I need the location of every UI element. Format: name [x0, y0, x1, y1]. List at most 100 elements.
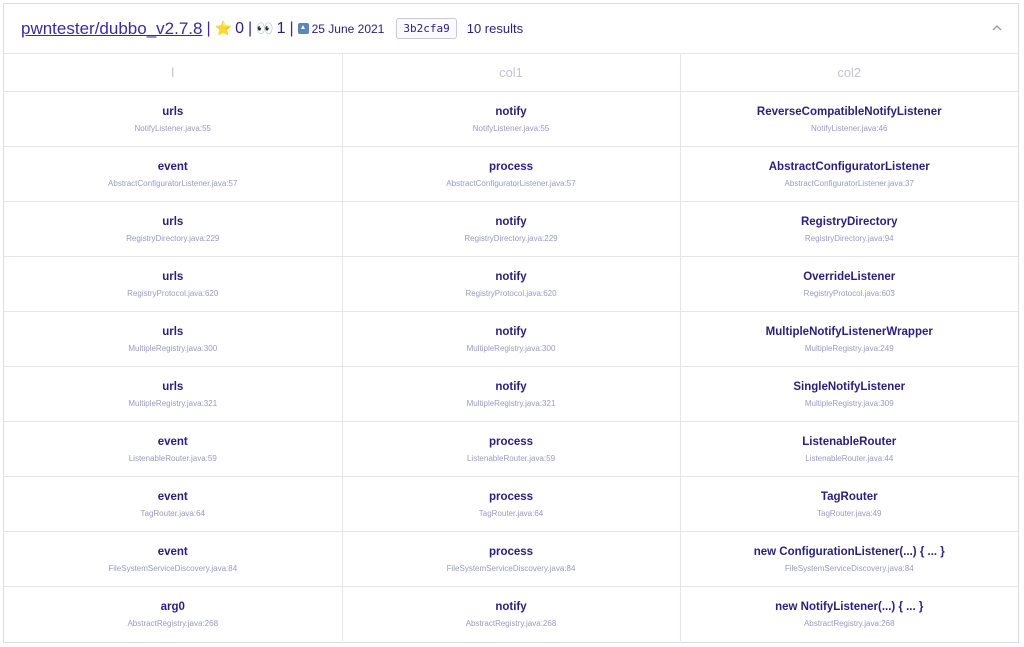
cell-location-link[interactable]: ListenableRouter.java:59: [343, 454, 680, 463]
cell-name-link[interactable]: OverrideListener: [681, 271, 1019, 283]
table-cell: event ListenableRouter.java:59: [4, 421, 343, 477]
cell-location-link[interactable]: NotifyListener.java:46: [681, 124, 1019, 133]
table-cell: new ConfigurationListener(...) { ... } Fi…: [680, 531, 1019, 587]
cell-name-link[interactable]: process: [343, 161, 680, 173]
cell-location-link[interactable]: AbstractConfiguratorListener.java:57: [343, 179, 680, 188]
cell-name-link[interactable]: urls: [4, 216, 342, 228]
table-cell: urls MultipleRegistry.java:321: [4, 366, 343, 422]
cell-location-link[interactable]: MultipleRegistry.java:321: [343, 399, 680, 408]
cell-location-link[interactable]: MultipleRegistry.java:300: [343, 344, 680, 353]
result-count: 10 results: [466, 21, 524, 36]
cell-name-link[interactable]: event: [4, 436, 342, 448]
cell-location-link[interactable]: MultipleRegistry.java:249: [681, 344, 1019, 353]
cell-location-link[interactable]: NotifyListener.java:55: [4, 124, 342, 133]
cell-location-link[interactable]: FileSystemServiceDiscovery.java:84: [681, 564, 1019, 573]
column-header: l: [4, 54, 343, 92]
cell-name-link[interactable]: ListenableRouter: [681, 436, 1019, 448]
table-cell: arg0 AbstractRegistry.java:268: [4, 586, 343, 641]
cell-name-link[interactable]: event: [4, 546, 342, 558]
push-icon: [297, 23, 309, 34]
cell-location-link[interactable]: ListenableRouter.java:59: [4, 454, 342, 463]
cell-location-link[interactable]: RegistryDirectory.java:229: [343, 234, 680, 243]
table-header-row: l col1 col2: [4, 54, 1018, 92]
table-cell: urls NotifyListener.java:55: [4, 91, 343, 147]
cell-name-link[interactable]: urls: [4, 326, 342, 338]
cell-location-link[interactable]: FileSystemServiceDiscovery.java:84: [4, 564, 342, 573]
table-cell: urls MultipleRegistry.java:300: [4, 311, 343, 367]
cell-name-link[interactable]: notify: [343, 271, 680, 283]
cell-name-link[interactable]: MultipleNotifyListenerWrapper: [681, 326, 1019, 338]
cell-location-link[interactable]: MultipleRegistry.java:321: [4, 399, 342, 408]
cell-location-link[interactable]: AbstractRegistry.java:268: [681, 619, 1019, 628]
stars-stat: ⭐ 0: [215, 20, 244, 38]
repo-link[interactable]: pwntester/dubbo_v2.7.8: [21, 19, 202, 39]
cell-name-link[interactable]: new ConfigurationListener(...) { ... }: [681, 546, 1019, 558]
cell-name-link[interactable]: event: [4, 491, 342, 503]
table-row: urls RegistryProtocol.java:620 notify Regis…: [4, 256, 1019, 312]
table-row: urls NotifyListener.java:55 notify NotifyLi…: [4, 91, 1019, 147]
cell-location-link[interactable]: ListenableRouter.java:44: [681, 454, 1019, 463]
cell-name-link[interactable]: SingleNotifyListener: [681, 381, 1019, 393]
table-cell: new NotifyListener(...) { ... } AbstractR…: [680, 587, 1018, 642]
cell-name-link[interactable]: process: [343, 491, 680, 503]
commit-hash: 3b2cfa9: [396, 18, 457, 39]
watchers-count: 1: [276, 19, 286, 37]
table-row: event FileSystemServiceDiscovery.java:84 p…: [4, 531, 1019, 587]
cell-location-link[interactable]: TagRouter.java:64: [4, 509, 342, 518]
table-cell: SingleNotifyListener MultipleRegistry.jav…: [680, 366, 1019, 422]
cell-name-link[interactable]: AbstractConfiguratorListener: [681, 161, 1019, 173]
cell-name-link[interactable]: process: [343, 546, 680, 558]
cell-location-link[interactable]: NotifyListener.java:55: [343, 124, 680, 133]
cell-location-link[interactable]: AbstractRegistry.java:268: [343, 619, 680, 628]
cell-name-link[interactable]: urls: [4, 271, 342, 283]
pushed-date: 25 June 2021: [311, 21, 385, 36]
cell-name-link[interactable]: urls: [4, 381, 342, 393]
cell-location-link[interactable]: RegistryProtocol.java:620: [343, 289, 680, 298]
cell-location-link[interactable]: TagRouter.java:49: [681, 509, 1019, 518]
separator: |: [289, 19, 294, 37]
table-cell: event TagRouter.java:64: [4, 476, 343, 532]
table-cell: notify MultipleRegistry.java:321: [342, 366, 681, 422]
table-row: urls RegistryDirectory.java:229 notify Regi…: [4, 201, 1019, 257]
eyes-icon: 👀: [256, 20, 274, 36]
table-cell: urls RegistryDirectory.java:229: [4, 201, 343, 257]
cell-name-link[interactable]: notify: [343, 601, 680, 613]
table-cell: urls RegistryProtocol.java:620: [4, 256, 343, 312]
cell-location-link[interactable]: AbstractConfiguratorListener.java:37: [681, 179, 1019, 188]
table-cell: event AbstractConfiguratorListener.java:5…: [4, 146, 343, 202]
cell-name-link[interactable]: arg0: [4, 601, 342, 613]
cell-location-link[interactable]: AbstractConfiguratorListener.java:57: [4, 179, 342, 188]
table-row: event AbstractConfiguratorListener.java:5…: [4, 146, 1019, 202]
cell-location-link[interactable]: FileSystemServiceDiscovery.java:84: [343, 564, 680, 573]
table-row: arg0 AbstractRegistry.java:268 notify Abstr…: [4, 586, 1018, 642]
cell-name-link[interactable]: notify: [343, 381, 680, 393]
watchers-stat: 👀 1: [256, 20, 285, 38]
cell-name-link[interactable]: notify: [343, 216, 680, 228]
cell-name-link[interactable]: RegistryDirectory: [681, 216, 1019, 228]
cell-location-link[interactable]: MultipleRegistry.java:300: [4, 344, 342, 353]
cell-name-link[interactable]: event: [4, 161, 342, 173]
cell-location-link[interactable]: MultipleRegistry.java:309: [681, 399, 1019, 408]
cell-location-link[interactable]: RegistryProtocol.java:620: [4, 289, 342, 298]
cell-name-link[interactable]: TagRouter: [681, 491, 1019, 503]
cell-location-link[interactable]: AbstractRegistry.java:268: [4, 619, 342, 628]
cell-name-link[interactable]: ReverseCompatibleNotifyListener: [681, 106, 1019, 118]
cell-location-link[interactable]: RegistryDirectory.java:229: [4, 234, 342, 243]
cell-location-link[interactable]: TagRouter.java:64: [343, 509, 680, 518]
table-cell: event FileSystemServiceDiscovery.java:84: [4, 531, 343, 587]
table-cell: process FileSystemServiceDiscovery.java:8…: [342, 531, 681, 587]
cell-name-link[interactable]: notify: [343, 326, 680, 338]
cell-name-link[interactable]: notify: [343, 106, 680, 118]
results-header[interactable]: pwntester/dubbo_v2.7.8 | ⭐ 0 | 👀 1 | 25 …: [4, 4, 1018, 54]
cell-name-link[interactable]: new NotifyListener(...) { ... }: [681, 601, 1019, 613]
table-cell: notify NotifyListener.java:55: [342, 91, 681, 147]
cell-location-link[interactable]: RegistryDirectory.java:94: [681, 234, 1019, 243]
results-panel: pwntester/dubbo_v2.7.8 | ⭐ 0 | 👀 1 | 25 …: [3, 3, 1019, 643]
cell-name-link[interactable]: urls: [4, 106, 342, 118]
table-cell: process TagRouter.java:64: [342, 476, 681, 532]
chevron-up-icon[interactable]: [990, 21, 1004, 35]
cell-name-link[interactable]: process: [343, 436, 680, 448]
star-icon: ⭐: [214, 20, 233, 36]
cell-location-link[interactable]: RegistryProtocol.java:603: [681, 289, 1019, 298]
pushed-stat: 25 June 2021: [297, 21, 385, 36]
